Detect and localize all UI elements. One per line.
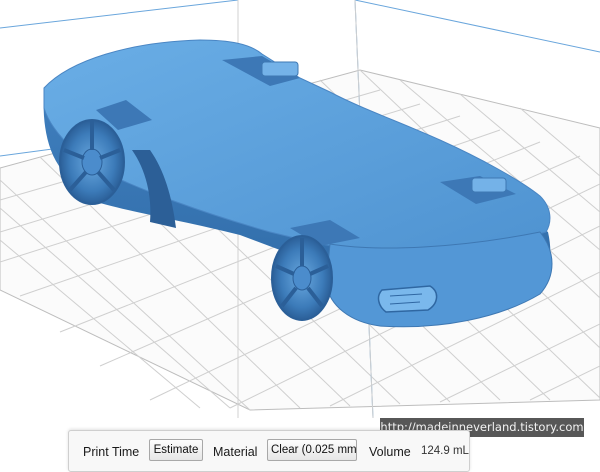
rear-wheel xyxy=(59,119,125,205)
material-label: Material xyxy=(213,445,258,459)
material-select[interactable]: Clear (0.025 mm) xyxy=(267,439,357,461)
car-headlight xyxy=(377,285,438,313)
3d-viewport[interactable] xyxy=(0,0,600,464)
front-wheel xyxy=(271,235,333,321)
volume-label: Volume xyxy=(369,445,411,459)
volume-value: 124.9 mL xyxy=(421,445,469,457)
print-info-bar: Print Time Estimate Material Clear (0.02… xyxy=(68,430,470,472)
estimate-button[interactable]: Estimate xyxy=(149,439,203,461)
print-time-label: Print Time xyxy=(83,445,140,459)
